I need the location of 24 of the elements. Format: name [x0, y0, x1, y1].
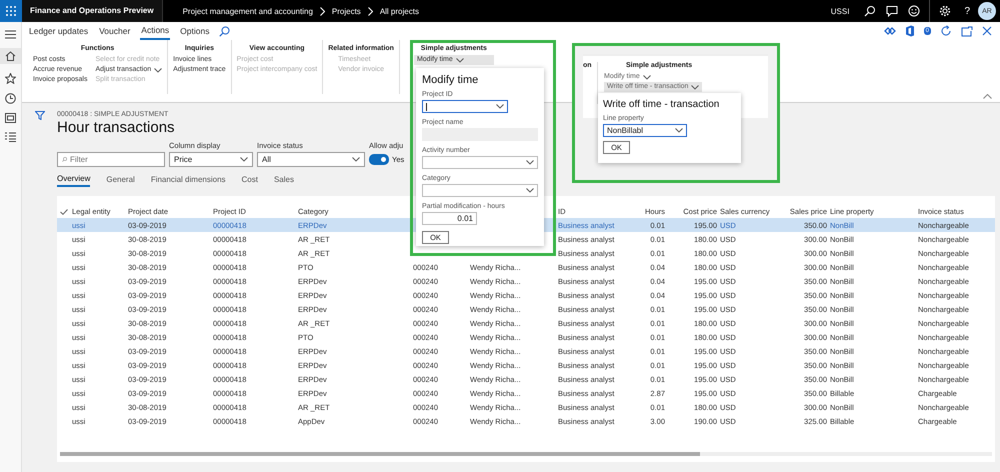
breadcrumb-link[interactable]: Project management and accounting	[182, 6, 313, 16]
page-tab[interactable]: Financial dimensions	[150, 174, 226, 187]
panel-title: Modify time	[422, 74, 480, 86]
ribbon-tab[interactable]: Options	[179, 22, 210, 40]
page-tab[interactable]: Cost	[242, 174, 258, 187]
column-display-dropdown[interactable]: Price	[169, 152, 253, 167]
ribbon-tab[interactable]: Ledger updates	[28, 22, 90, 40]
breadcrumb-link[interactable]: All projects	[380, 6, 419, 16]
page-tab[interactable]: Sales	[274, 174, 294, 187]
filter-field[interactable]: Filter	[57, 152, 165, 167]
panel-title: Write off time - transaction	[603, 99, 720, 110]
ribbon-tab[interactable]: Voucher	[98, 22, 132, 40]
hours-input[interactable]: 0.01	[422, 212, 477, 225]
invoice-status-dropdown[interactable]: All	[257, 152, 365, 167]
breadcrumb-link[interactable]: Projects	[332, 6, 361, 16]
ribbon-tab[interactable]: Actions	[140, 22, 170, 40]
page-title: Hour transactions	[57, 119, 175, 136]
filter-input[interactable]: Filter	[70, 155, 160, 164]
page-tab[interactable]: General	[106, 174, 135, 187]
page-tab[interactable]: Overview	[57, 174, 90, 187]
company-label[interactable]: USSI	[830, 6, 850, 16]
app-title: Finance and Operations Preview	[22, 0, 163, 22]
help-button[interactable]: ?	[964, 6, 970, 16]
line-property-dropdown[interactable]: NonBillabl	[603, 124, 687, 137]
